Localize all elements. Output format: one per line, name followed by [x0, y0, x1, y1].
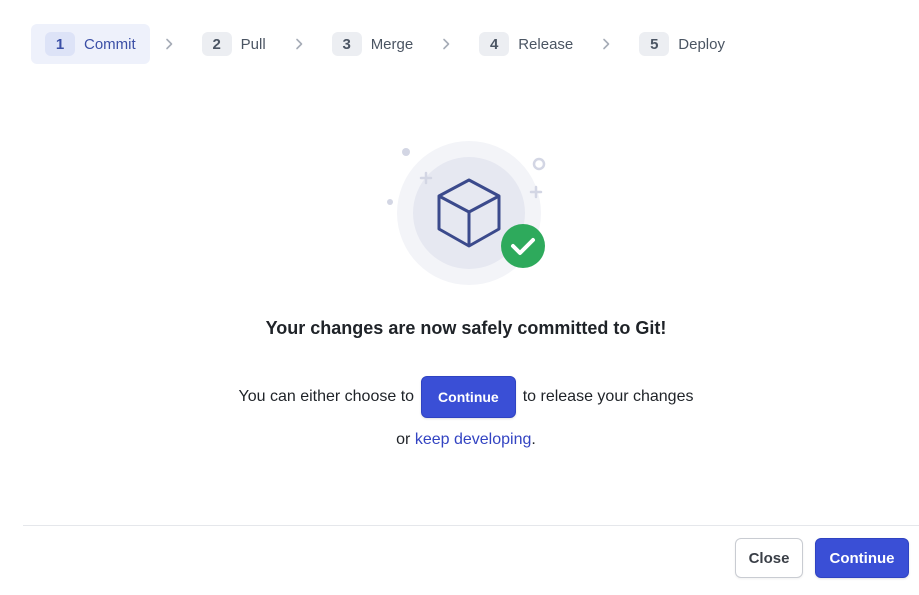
success-headline: Your changes are now safely committed to… [265, 318, 667, 338]
alternative-text-before: or [396, 431, 411, 448]
chevron-right-icon [158, 38, 180, 50]
step-number: 2 [201, 32, 232, 56]
close-button[interactable]: Close [735, 538, 803, 578]
step-number: 5 [639, 32, 670, 56]
instruction-line: You can either choose to Continue to rel… [0, 376, 919, 418]
step-label: Pull [240, 35, 266, 53]
stepper: 1 Commit 2 Pull 3 Merge 4 Release 5 Depl… [31, 24, 739, 64]
instruction-text-after: to release your changes [522, 388, 694, 405]
success-illustration [383, 140, 553, 290]
step-label: Deploy [678, 35, 725, 53]
keep-developing-link[interactable]: keep developing [415, 431, 532, 448]
step-label: Release [518, 35, 574, 53]
step-label: Commit [84, 35, 136, 53]
alternative-line: or keep developing. [0, 431, 919, 449]
inline-continue-button[interactable]: Continue [421, 376, 516, 418]
step-number: 1 [45, 32, 75, 56]
footer-divider [23, 525, 919, 526]
step-release[interactable]: 4 Release [465, 24, 587, 64]
step-pull[interactable]: 2 Pull [188, 24, 280, 64]
commit-success-dialog: 1 Commit 2 Pull 3 Merge 4 Release 5 Depl… [0, 0, 919, 595]
check-icon [501, 224, 545, 268]
step-deploy[interactable]: 5 Deploy [625, 24, 739, 64]
step-number: 4 [479, 32, 510, 56]
chevron-right-icon [288, 38, 310, 50]
alternative-text-after: . [531, 431, 536, 448]
step-number: 3 [331, 32, 362, 56]
step-commit[interactable]: 1 Commit [31, 24, 150, 64]
step-merge[interactable]: 3 Merge [318, 24, 428, 64]
chevron-right-icon [435, 38, 457, 50]
instruction-text-before: You can either choose to [238, 388, 415, 405]
step-label: Merge [370, 35, 414, 53]
chevron-right-icon [595, 38, 617, 50]
continue-button[interactable]: Continue [815, 538, 909, 578]
